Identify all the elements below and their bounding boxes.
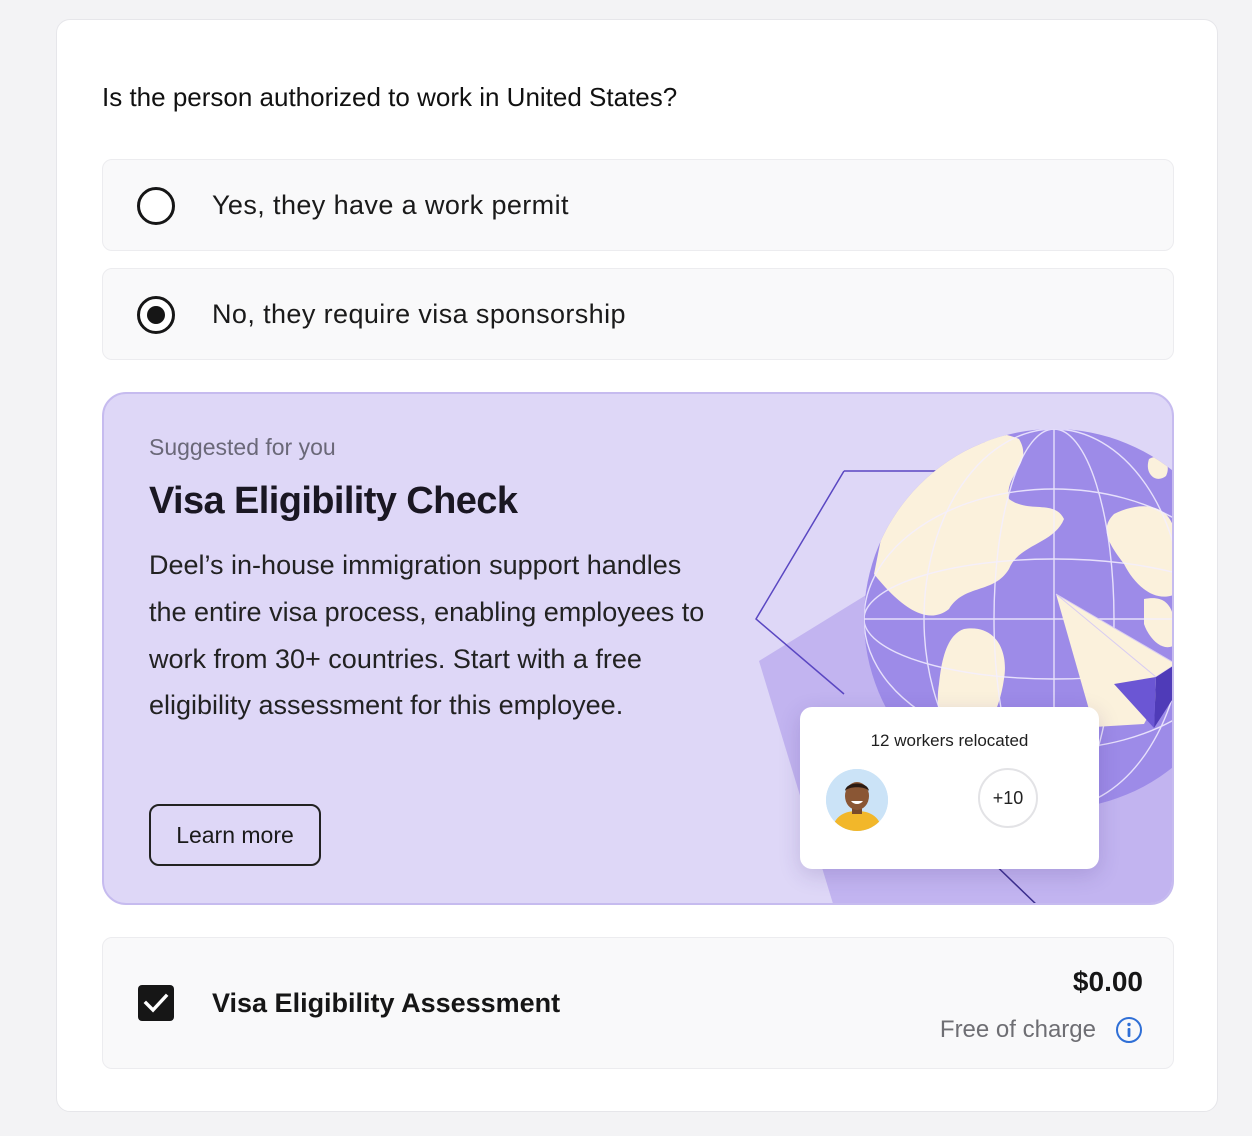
assessment-checkbox[interactable] bbox=[138, 985, 174, 1021]
radio-checked[interactable] bbox=[137, 296, 175, 334]
option-yes-work-permit[interactable]: Yes, they have a work permit bbox=[102, 159, 1174, 251]
assessment-name: Visa Eligibility Assessment bbox=[212, 988, 561, 1018]
assessment-line-item: Visa Eligibility Assessment $0.00 Free o… bbox=[102, 937, 1174, 1069]
person-avatar-icon bbox=[826, 769, 888, 831]
promo-eyebrow: Suggested for you bbox=[149, 434, 336, 460]
form-card: Is the person authorized to work in Unit… bbox=[56, 19, 1218, 1112]
radio-unchecked[interactable] bbox=[137, 187, 175, 225]
promo-title: Visa Eligibility Check bbox=[149, 480, 518, 522]
question-label: Is the person authorized to work in Unit… bbox=[102, 82, 678, 112]
promo-description: Deel’s in-house immigration support hand… bbox=[149, 550, 705, 721]
relocated-count-label: 12 workers relocated bbox=[870, 731, 1029, 750]
checkmark-icon bbox=[143, 993, 169, 1013]
info-icon[interactable] bbox=[1115, 1016, 1143, 1044]
assessment-note: Free of charge bbox=[939, 1016, 1096, 1043]
visa-promo-banner: Suggested for you Visa Eligibility Check… bbox=[102, 392, 1174, 905]
avatar bbox=[826, 769, 888, 831]
relocated-workers-card: 12 workers relocated +10 bbox=[800, 707, 1099, 869]
option-label: No, they require visa sponsorship bbox=[212, 299, 626, 329]
more-workers-badge: +10 bbox=[978, 768, 1038, 828]
assessment-price: $0.00 bbox=[1072, 966, 1143, 997]
learn-more-button[interactable]: Learn more bbox=[149, 804, 321, 866]
option-no-visa-sponsorship[interactable]: No, they require visa sponsorship bbox=[102, 268, 1174, 360]
option-label: Yes, they have a work permit bbox=[212, 190, 569, 220]
